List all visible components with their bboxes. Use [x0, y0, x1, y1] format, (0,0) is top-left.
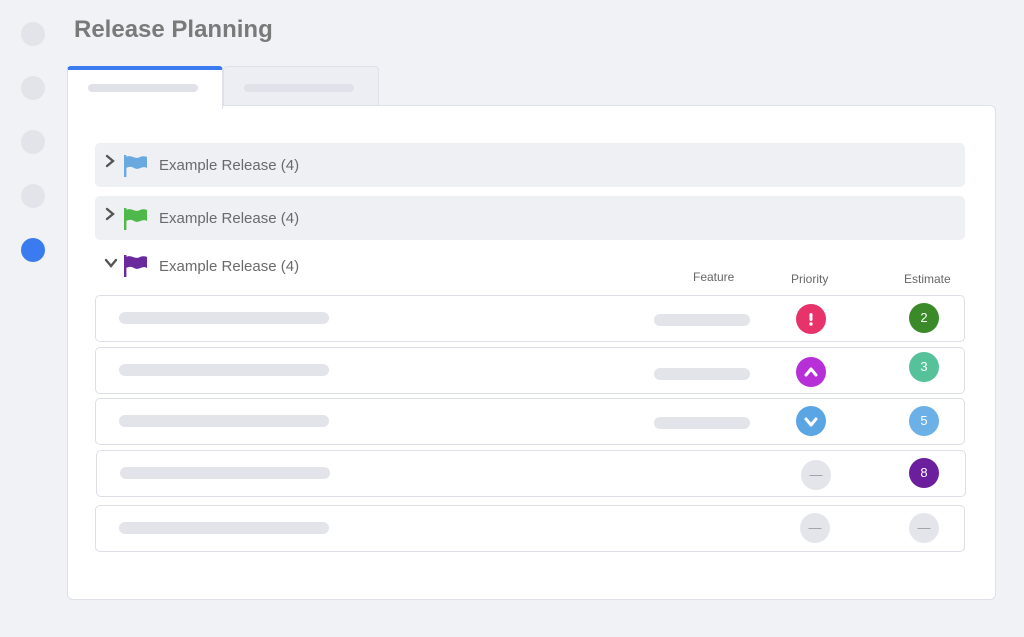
chevron-up-icon — [804, 367, 818, 377]
priority-high-badge[interactable] — [796, 357, 826, 387]
release-label: Example Release (4) — [159, 258, 300, 275]
table-row[interactable]: 5 — [95, 398, 965, 445]
flag-icon — [123, 207, 149, 231]
estimate-badge[interactable]: 5 — [909, 406, 939, 436]
tab-primary-active[interactable] — [67, 66, 223, 109]
priority-none-badge[interactable]: — — [800, 513, 830, 543]
page-title: Release Planning — [74, 16, 273, 43]
item-feature-placeholder — [654, 314, 750, 326]
column-header-priority: Priority — [791, 272, 829, 286]
table-row[interactable]: 3 — [95, 347, 965, 394]
rail-nav-dot[interactable] — [21, 22, 45, 46]
item-feature-placeholder — [654, 368, 750, 380]
item-title-placeholder — [119, 522, 329, 534]
item-title-placeholder — [119, 312, 329, 324]
release-row-collapsed[interactable]: Example Release (4) — [95, 196, 965, 240]
priority-low-badge[interactable] — [796, 406, 826, 436]
release-label: Example Release (4) — [159, 210, 300, 227]
tab-label-placeholder — [244, 84, 354, 92]
rail-nav-dot-active[interactable] — [21, 238, 45, 262]
column-header-estimate: Estimate — [904, 272, 951, 286]
flag-icon — [123, 254, 149, 278]
chevron-down-icon[interactable] — [104, 256, 118, 273]
flag-icon — [123, 154, 149, 178]
column-header-feature: Feature — [693, 270, 735, 284]
table-row[interactable]: 2 — [95, 295, 965, 342]
rail-nav-dot[interactable] — [21, 130, 45, 154]
release-row-collapsed[interactable]: Example Release (4) — [95, 143, 965, 187]
estimate-none-badge[interactable]: — — [909, 513, 939, 543]
chevron-right-icon[interactable] — [104, 207, 116, 225]
priority-none-badge[interactable]: — — [801, 460, 831, 490]
table-row[interactable]: — 8 — [96, 450, 966, 497]
item-feature-placeholder — [654, 417, 750, 429]
tab-label-placeholder — [88, 84, 198, 92]
estimate-badge[interactable]: 8 — [909, 458, 939, 488]
item-title-placeholder — [119, 364, 329, 376]
exclamation-icon — [809, 313, 813, 326]
release-row-expanded[interactable]: Example Release (4) — [95, 244, 965, 288]
priority-urgent-badge[interactable] — [796, 304, 826, 334]
table-row[interactable]: — — — [95, 505, 965, 552]
estimate-badge[interactable]: 3 — [909, 352, 939, 382]
release-label: Example Release (4) — [159, 157, 300, 174]
chevron-down-icon — [804, 417, 818, 427]
estimate-badge[interactable]: 2 — [909, 303, 939, 333]
chevron-right-icon[interactable] — [104, 154, 116, 172]
item-title-placeholder — [119, 415, 329, 427]
item-title-placeholder — [120, 467, 330, 479]
rail-nav-dot[interactable] — [21, 184, 45, 208]
tab-secondary[interactable] — [223, 66, 379, 108]
rail-nav-dot[interactable] — [21, 76, 45, 100]
